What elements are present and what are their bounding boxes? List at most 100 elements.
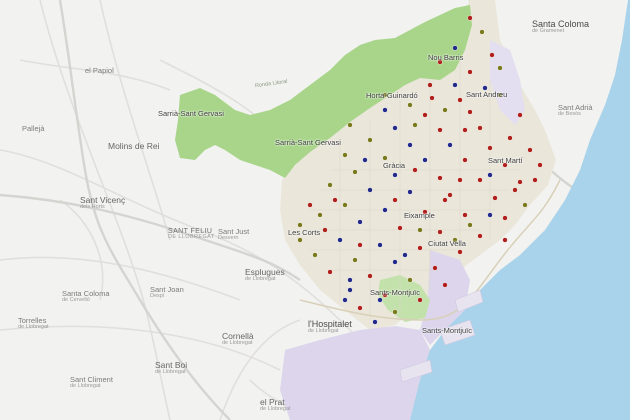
map-marker[interactable] bbox=[347, 287, 353, 293]
map-marker[interactable] bbox=[422, 112, 428, 118]
map-marker[interactable] bbox=[497, 65, 503, 71]
map-marker[interactable] bbox=[312, 252, 318, 258]
map-marker[interactable] bbox=[417, 227, 423, 233]
map-marker[interactable] bbox=[322, 227, 328, 233]
map-marker[interactable] bbox=[467, 69, 473, 75]
map-marker[interactable] bbox=[437, 175, 443, 181]
map-marker[interactable] bbox=[522, 202, 528, 208]
map-marker[interactable] bbox=[407, 102, 413, 108]
place-sant-vicenc: Sant Vicenç dels Horts bbox=[80, 195, 126, 210]
map-marker[interactable] bbox=[447, 192, 453, 198]
map-marker[interactable] bbox=[412, 122, 418, 128]
map-marker[interactable] bbox=[407, 277, 413, 283]
map-marker[interactable] bbox=[427, 82, 433, 88]
map-marker[interactable] bbox=[367, 137, 373, 143]
map-marker[interactable] bbox=[407, 142, 413, 148]
map-marker[interactable] bbox=[489, 52, 495, 58]
map-marker[interactable] bbox=[442, 197, 448, 203]
map-marker[interactable] bbox=[342, 297, 348, 303]
map-marker[interactable] bbox=[347, 277, 353, 283]
map-marker[interactable] bbox=[392, 125, 398, 131]
place-sant-joan: Sant Joan Despí bbox=[150, 285, 184, 299]
map-marker[interactable] bbox=[437, 127, 443, 133]
map-marker[interactable] bbox=[532, 177, 538, 183]
map-marker[interactable] bbox=[467, 15, 473, 21]
map-marker[interactable] bbox=[357, 305, 363, 311]
map-marker[interactable] bbox=[502, 237, 508, 243]
map-marker[interactable] bbox=[392, 309, 398, 315]
map-marker[interactable] bbox=[342, 202, 348, 208]
map-marker[interactable] bbox=[397, 225, 403, 231]
map-marker[interactable] bbox=[337, 237, 343, 243]
map-marker[interactable] bbox=[382, 155, 388, 161]
map-marker[interactable] bbox=[467, 222, 473, 228]
map-marker[interactable] bbox=[382, 107, 388, 113]
map-marker[interactable] bbox=[392, 259, 398, 265]
map-marker[interactable] bbox=[407, 189, 413, 195]
map-marker[interactable] bbox=[317, 212, 323, 218]
map-marker[interactable] bbox=[467, 109, 473, 115]
map-marker[interactable] bbox=[377, 242, 383, 248]
map-marker[interactable] bbox=[487, 212, 493, 218]
map-marker[interactable] bbox=[352, 257, 358, 263]
map-marker[interactable] bbox=[517, 112, 523, 118]
place-el-prat: el Prat de Llobregat bbox=[260, 397, 291, 412]
map-marker[interactable] bbox=[382, 207, 388, 213]
map-marker[interactable] bbox=[352, 169, 358, 175]
map-marker[interactable] bbox=[457, 249, 463, 255]
map-marker[interactable] bbox=[462, 127, 468, 133]
map-marker[interactable] bbox=[447, 142, 453, 148]
map-marker[interactable] bbox=[492, 195, 498, 201]
map-marker[interactable] bbox=[457, 97, 463, 103]
map-marker[interactable] bbox=[432, 265, 438, 271]
map-marker[interactable] bbox=[487, 172, 493, 178]
map-marker[interactable] bbox=[332, 197, 338, 203]
map-marker[interactable] bbox=[297, 222, 303, 228]
map-marker[interactable] bbox=[342, 152, 348, 158]
map-marker[interactable] bbox=[367, 187, 373, 193]
map-marker[interactable] bbox=[442, 282, 448, 288]
map-marker[interactable] bbox=[377, 297, 383, 303]
map-marker[interactable] bbox=[307, 202, 313, 208]
map-marker[interactable] bbox=[362, 157, 368, 163]
map-marker[interactable] bbox=[442, 107, 448, 113]
map-marker[interactable] bbox=[392, 172, 398, 178]
map-marker[interactable] bbox=[392, 197, 398, 203]
map-marker[interactable] bbox=[452, 82, 458, 88]
district-horta-guinardo: Horta-Guinardó bbox=[366, 91, 418, 100]
map-marker[interactable] bbox=[327, 269, 333, 275]
map-marker[interactable] bbox=[417, 297, 423, 303]
map-marker[interactable] bbox=[429, 95, 435, 101]
map-marker[interactable] bbox=[502, 215, 508, 221]
map-marker[interactable] bbox=[357, 242, 363, 248]
map-marker[interactable] bbox=[527, 147, 533, 153]
map-marker[interactable] bbox=[412, 167, 418, 173]
map-marker[interactable] bbox=[422, 157, 428, 163]
map-marker[interactable] bbox=[437, 229, 443, 235]
map-marker[interactable] bbox=[477, 177, 483, 183]
map-marker[interactable] bbox=[367, 273, 373, 279]
district-sarria-sant-gervasi: Sarrià-Sant Gervasi bbox=[275, 138, 341, 147]
map-marker[interactable] bbox=[457, 177, 463, 183]
map-marker[interactable] bbox=[462, 157, 468, 163]
map-marker[interactable] bbox=[462, 212, 468, 218]
map-marker[interactable] bbox=[487, 145, 493, 151]
map-marker[interactable] bbox=[297, 237, 303, 243]
map-marker[interactable] bbox=[477, 233, 483, 239]
map-marker[interactable] bbox=[417, 245, 423, 251]
map-marker[interactable] bbox=[357, 219, 363, 225]
map-marker[interactable] bbox=[327, 182, 333, 188]
map-marker[interactable] bbox=[452, 45, 458, 51]
map-marker[interactable] bbox=[347, 122, 353, 128]
map-marker[interactable] bbox=[517, 179, 523, 185]
map-marker[interactable] bbox=[372, 319, 378, 325]
map-marker[interactable] bbox=[479, 29, 485, 35]
map-marker[interactable] bbox=[477, 125, 483, 131]
place-santa-coloma-cervello: Santa Coloma de Cervelló bbox=[62, 289, 110, 303]
map-marker[interactable] bbox=[402, 252, 408, 258]
map-marker[interactable] bbox=[507, 135, 513, 141]
district-gracia: Gràcia bbox=[383, 161, 406, 170]
map-marker[interactable] bbox=[537, 162, 543, 168]
map-canvas[interactable]: Santa Coloma de Gramenet el Papiol Sarrià… bbox=[0, 0, 630, 420]
map-marker[interactable] bbox=[512, 187, 518, 193]
